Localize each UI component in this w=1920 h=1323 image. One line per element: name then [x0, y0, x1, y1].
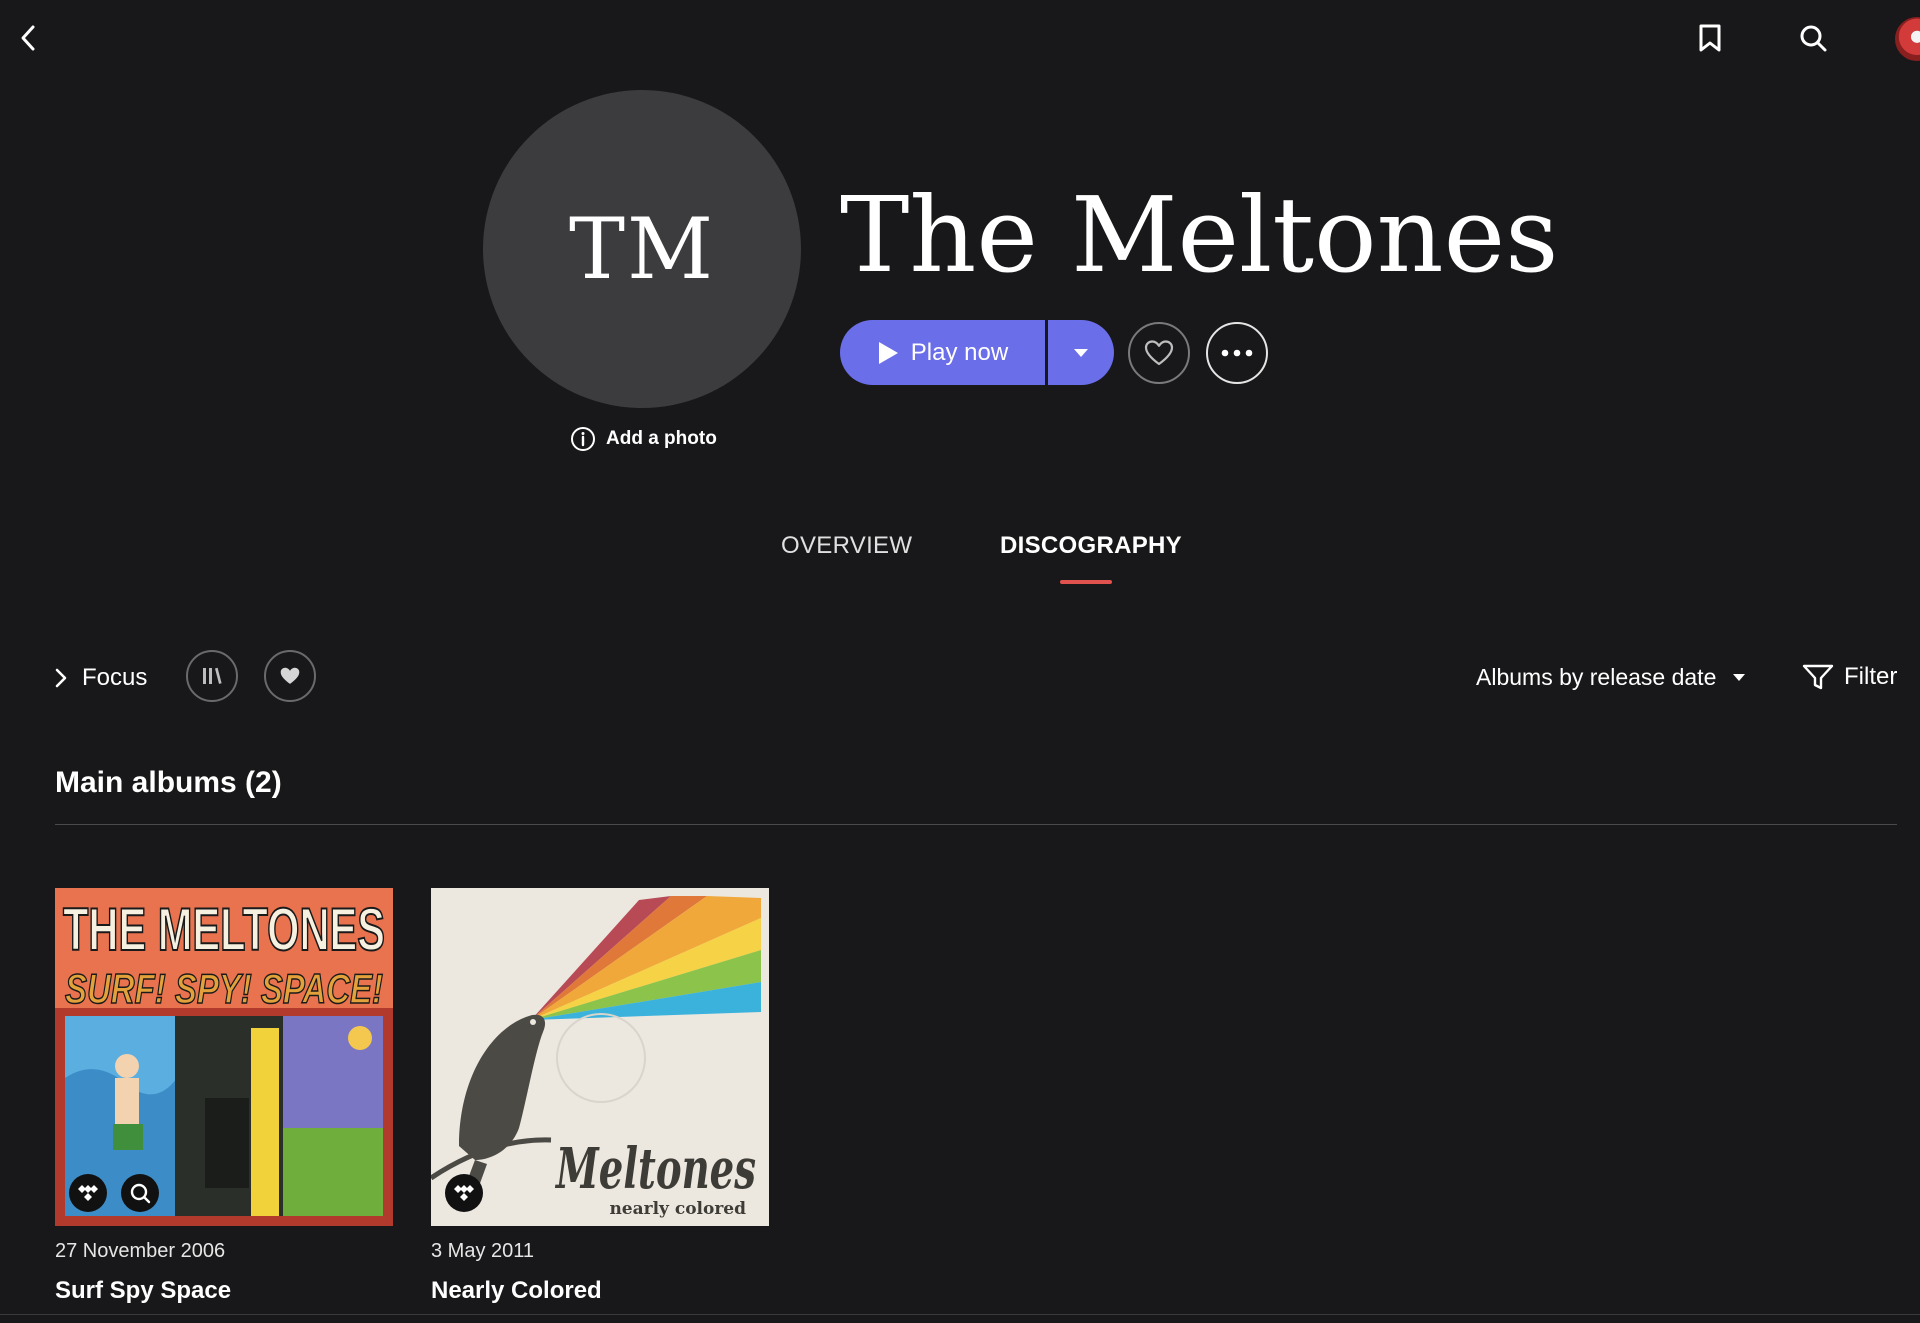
section-title: Main albums (2)	[55, 766, 282, 799]
caret-down-icon	[1074, 348, 1088, 357]
artist-page: TM Add a photo The Meltones Play now OVE…	[0, 0, 1920, 1323]
hi-res-badge	[121, 1174, 159, 1212]
bottom-divider	[0, 1314, 1920, 1315]
add-photo-label: Add a photo	[606, 428, 717, 449]
album-cover[interactable]: THE MELTONES SURF! SPY! SPACE!	[55, 888, 393, 1226]
section-divider	[55, 824, 1897, 825]
cover-script-text: Meltones	[555, 1136, 756, 1202]
active-tab-indicator	[1060, 580, 1112, 584]
album-cover[interactable]: Meltones nearly colored	[431, 888, 769, 1226]
focus-toggle[interactable]: Focus	[54, 660, 147, 696]
magnifier-icon	[130, 1183, 151, 1204]
favorite-button[interactable]	[1128, 321, 1190, 384]
album-cover-art: THE MELTONES SURF! SPY! SPACE!	[55, 888, 393, 1226]
album-date: 3 May 2011	[431, 1240, 535, 1262]
play-options-button[interactable]	[1048, 320, 1114, 385]
back-button[interactable]	[10, 20, 46, 56]
sort-select[interactable]: Albums by release date	[1476, 660, 1746, 694]
bookmark-button[interactable]	[1692, 20, 1728, 56]
cover-title-text: THE MELTONES	[63, 896, 385, 963]
artist-initials: TM	[568, 200, 716, 298]
play-icon	[878, 341, 898, 364]
artist-actions: Play now	[840, 320, 1268, 385]
tab-discography[interactable]: DISCOGRAPHY	[1000, 532, 1182, 560]
info-icon	[571, 427, 595, 451]
search-button[interactable]	[1795, 20, 1831, 56]
album-title[interactable]: Nearly Colored	[431, 1277, 769, 1305]
favorites-filter-button[interactable]	[264, 650, 316, 702]
play-group: Play now	[840, 320, 1114, 385]
chevron-left-icon	[21, 25, 35, 51]
filter-label: Filter	[1844, 663, 1898, 690]
tab-overview[interactable]: OVERVIEW	[781, 532, 912, 560]
tidal-icon	[78, 1185, 98, 1201]
album-card[interactable]: Meltones nearly colored 3 May 2011 Nearl…	[431, 888, 769, 1305]
bookmark-icon	[1699, 24, 1721, 52]
tidal-icon	[454, 1185, 474, 1201]
tidal-badge	[445, 1174, 483, 1212]
chevron-right-icon	[55, 668, 67, 688]
caret-down-icon	[1733, 673, 1746, 681]
artist-name: The Meltones	[840, 174, 1559, 296]
album-card[interactable]: THE MELTONES SURF! SPY! SPACE! 27 Novemb…	[55, 888, 393, 1305]
library-icon	[203, 667, 222, 684]
sort-label: Albums by release date	[1476, 663, 1717, 690]
focus-label: Focus	[82, 664, 148, 691]
add-photo-button[interactable]: Add a photo	[570, 424, 717, 454]
filter-icon	[1802, 664, 1834, 690]
album-date: 27 November 2006	[55, 1240, 226, 1262]
filter-button[interactable]: Filter	[1802, 660, 1897, 694]
tidal-badge	[69, 1174, 107, 1212]
search-icon	[1800, 25, 1827, 52]
artist-avatar: TM	[483, 90, 801, 408]
heart-icon	[1144, 339, 1174, 365]
heart-icon	[280, 667, 300, 684]
play-now-button[interactable]: Play now	[840, 320, 1045, 385]
play-now-label: Play now	[910, 338, 1009, 366]
user-avatar[interactable]	[1895, 17, 1920, 61]
ellipsis-icon	[1221, 349, 1253, 356]
library-filter-button[interactable]	[186, 650, 238, 702]
more-options-button[interactable]	[1206, 321, 1268, 384]
cover-subtitle-text: nearly colored	[609, 1199, 746, 1219]
album-cover-art: Meltones nearly colored	[431, 888, 769, 1226]
album-title[interactable]: Surf Spy Space	[55, 1277, 393, 1305]
cover-subtitle-text: SURF! SPY! SPACE!	[65, 965, 383, 1012]
